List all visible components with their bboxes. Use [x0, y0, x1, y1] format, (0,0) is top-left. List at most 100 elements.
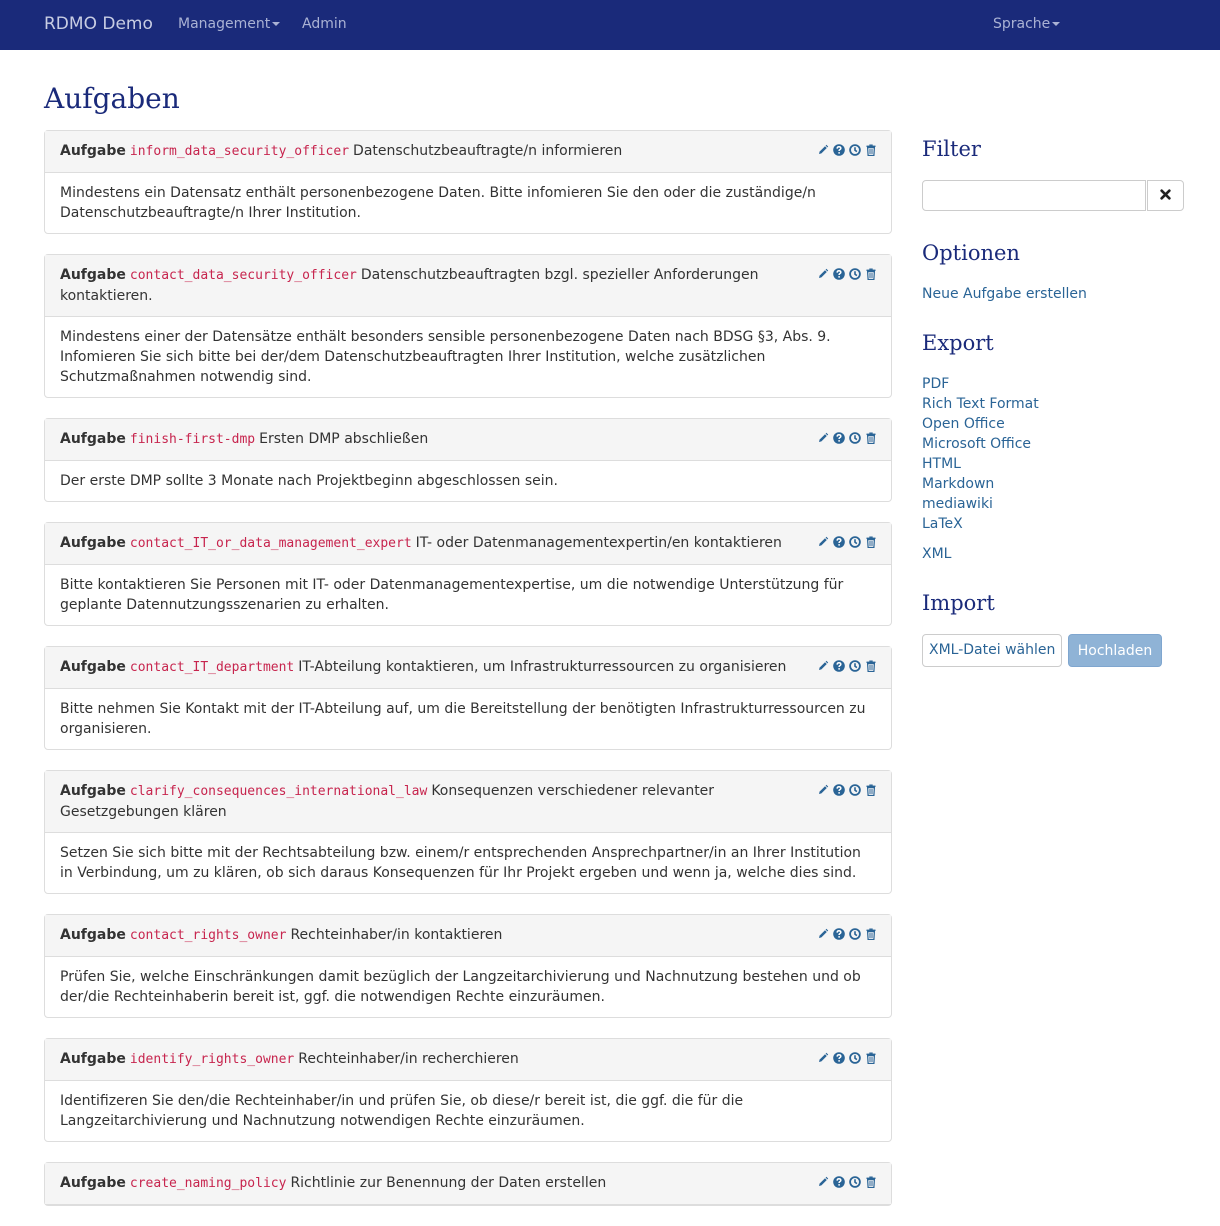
- trash-icon[interactable]: [865, 268, 877, 280]
- management-dropdown[interactable]: Management: [178, 16, 281, 32]
- task-actions: [813, 928, 877, 948]
- export-link[interactable]: HTML: [922, 454, 1039, 474]
- pencil-icon[interactable]: [817, 784, 829, 796]
- trash-icon[interactable]: [865, 536, 877, 548]
- task-keyword: Aufgabe: [60, 1051, 126, 1067]
- task-keyword: Aufgabe: [60, 431, 126, 447]
- pencil-icon[interactable]: [817, 1052, 829, 1064]
- task-title: IT- oder Datenmanagementexpertin/en kont…: [415, 535, 782, 551]
- clock-icon[interactable]: [849, 432, 861, 444]
- task-heading: Aufgabe contact_rights_owner Rechteinhaber…: [45, 915, 891, 957]
- clock-icon[interactable]: [849, 144, 861, 156]
- question-icon[interactable]: [833, 928, 845, 940]
- task-keyword: Aufgabe: [60, 659, 126, 675]
- pencil-icon[interactable]: [817, 1176, 829, 1188]
- task-panel: Aufgabe create_naming_policy Richtlinie zu…: [44, 1162, 892, 1206]
- trash-icon[interactable]: [865, 784, 877, 796]
- filter-clear-button[interactable]: [1147, 180, 1184, 211]
- task-heading: Aufgabe clarify_consequences_internationa…: [45, 771, 891, 833]
- choose-file-button[interactable]: XML-Datei wählen: [922, 634, 1062, 667]
- clock-icon[interactable]: [849, 268, 861, 280]
- task-title: Ersten DMP abschließen: [259, 431, 429, 447]
- export-link[interactable]: Rich Text Format: [922, 394, 1039, 414]
- export-link[interactable]: Microsoft Office: [922, 434, 1039, 454]
- question-icon[interactable]: [833, 1052, 845, 1064]
- trash-icon[interactable]: [865, 1176, 877, 1188]
- task-key: contact_IT_or_data_management_expert: [129, 536, 412, 551]
- clock-icon[interactable]: [849, 1176, 861, 1188]
- trash-icon[interactable]: [865, 660, 877, 672]
- question-icon[interactable]: [833, 432, 845, 444]
- task-actions: [813, 784, 877, 804]
- task-heading: Aufgabe finish-first-dmp Ersten DMP abschl…: [45, 419, 891, 461]
- pencil-icon[interactable]: [817, 268, 829, 280]
- task-panel: Aufgabe inform_data_security_officer Daten…: [44, 130, 892, 234]
- clock-icon[interactable]: [849, 536, 861, 548]
- trash-icon[interactable]: [865, 432, 877, 444]
- task-description: Bitte nehmen Sie Kontakt mit der IT-Abte…: [60, 701, 866, 737]
- export-link[interactable]: Markdown: [922, 474, 1039, 494]
- task-description: Bitte kontaktieren Sie Personen mit IT- …: [60, 577, 844, 613]
- create-task-link[interactable]: Neue Aufgabe erstellen: [922, 284, 1087, 304]
- language-label: Sprache: [993, 16, 1051, 32]
- task-panel: Aufgabe contact_IT_department IT-Abteilung…: [44, 646, 892, 750]
- task-panel: Aufgabe contact_rights_owner Rechteinhaber…: [44, 914, 892, 1018]
- task-title: Richtlinie zur Benennung der Daten erste…: [290, 1175, 607, 1191]
- task-actions: [813, 1052, 877, 1072]
- trash-icon[interactable]: [865, 144, 877, 156]
- task-actions: [813, 536, 877, 556]
- task-actions: [813, 432, 877, 452]
- export-xml-link[interactable]: XML: [922, 544, 951, 564]
- export-link[interactable]: PDF: [922, 374, 1039, 394]
- question-icon[interactable]: [833, 1176, 845, 1188]
- task-title: Rechteinhaber/in recherchieren: [298, 1051, 519, 1067]
- close-icon: [1160, 188, 1171, 204]
- filter-input[interactable]: [922, 180, 1146, 211]
- clock-icon[interactable]: [849, 784, 861, 796]
- clock-icon[interactable]: [849, 1052, 861, 1064]
- task-description: Mindestens einer der Datensätze enthält …: [60, 329, 831, 385]
- trash-icon[interactable]: [865, 1052, 877, 1064]
- task-key: contact_rights_owner: [129, 928, 287, 943]
- clock-icon[interactable]: [849, 928, 861, 940]
- task-description: Identifizeren Sie den/die Rechteinhaber/…: [60, 1093, 744, 1129]
- export-link[interactable]: Open Office: [922, 414, 1039, 434]
- question-icon[interactable]: [833, 144, 845, 156]
- task-keyword: Aufgabe: [60, 535, 126, 551]
- task-actions: [813, 1176, 877, 1196]
- task-heading: Aufgabe contact_IT_department IT-Abteilung…: [45, 647, 891, 689]
- pencil-icon[interactable]: [817, 432, 829, 444]
- task-panel: Aufgabe identify_rights_owner Rechteinhabe…: [44, 1038, 892, 1142]
- question-icon[interactable]: [833, 660, 845, 672]
- task-keyword: Aufgabe: [60, 783, 126, 799]
- question-icon[interactable]: [833, 784, 845, 796]
- task-heading: Aufgabe identify_rights_owner Rechteinhabe…: [45, 1039, 891, 1081]
- pencil-icon[interactable]: [817, 536, 829, 548]
- export-link[interactable]: LaTeX: [922, 514, 1039, 534]
- task-panel: Aufgabe finish-first-dmp Ersten DMP abschl…: [44, 418, 892, 502]
- pencil-icon[interactable]: [817, 144, 829, 156]
- question-icon[interactable]: [833, 268, 845, 280]
- upload-button[interactable]: Hochladen: [1068, 634, 1162, 667]
- task-key: contact_IT_department: [129, 660, 295, 675]
- pencil-icon[interactable]: [817, 660, 829, 672]
- task-list: Aufgabe inform_data_security_officer Daten…: [44, 130, 892, 1226]
- task-key: identify_rights_owner: [129, 1052, 295, 1067]
- task-keyword: Aufgabe: [60, 927, 126, 943]
- pencil-icon[interactable]: [817, 928, 829, 940]
- task-key: inform_data_security_officer: [129, 144, 350, 159]
- clock-icon[interactable]: [849, 660, 861, 672]
- export-heading: Export: [922, 331, 994, 355]
- brand-link[interactable]: RDMO Demo: [44, 14, 153, 34]
- export-link[interactable]: mediawiki: [922, 494, 1039, 514]
- question-icon[interactable]: [833, 536, 845, 548]
- task-panel: Aufgabe contact_IT_or_data_management_exp…: [44, 522, 892, 626]
- task-title: Datenschutzbeauftragte/n informieren: [353, 143, 623, 159]
- language-dropdown[interactable]: Sprache: [993, 16, 1061, 32]
- admin-link[interactable]: Admin: [302, 16, 347, 32]
- task-panel: Aufgabe contact_data_security_officer Date…: [44, 254, 892, 398]
- trash-icon[interactable]: [865, 928, 877, 940]
- page-title: Aufgaben: [44, 82, 180, 115]
- management-label: Management: [178, 16, 271, 32]
- task-description: Der erste DMP sollte 3 Monate nach Proje…: [60, 473, 558, 489]
